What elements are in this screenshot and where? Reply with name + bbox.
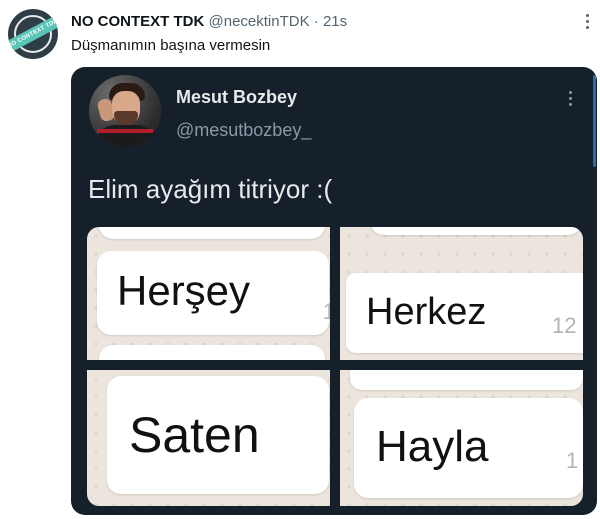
tweet-timestamp[interactable]: 21s [323,13,347,30]
chat-message-word: Hayla [376,422,489,471]
author-avatar[interactable]: NO CONTEXT TDK [8,9,58,59]
quoted-author-name[interactable]: Mesut Bozbey [176,87,297,108]
chat-message-count: 1 [322,299,330,324]
chat-bubble-partial [370,227,582,235]
more-vertical-icon[interactable] [565,89,575,107]
more-horizontal-icon[interactable] [580,12,594,30]
tweet-header: NO CONTEXT TDK @necektinTDK · 21s [71,13,347,31]
quoted-author-avatar[interactable] [89,75,161,147]
media-image-4[interactable]: Hayla 1 [340,370,583,506]
chat-message-word: Herşey [117,267,251,314]
chat-message-word: Herkez [366,291,487,333]
chat-bubble-partial [350,370,583,390]
scrollbar[interactable] [593,75,596,167]
chat-bubble-partial [99,345,325,360]
media-image-2[interactable]: Herkez 12 [340,227,583,360]
quoted-tweet-card[interactable]: Mesut Bozbey @mesutbozbey_ Elim ayağım t… [71,67,597,515]
quoted-tweet-text: Elim ayağım titriyor :( [88,174,333,204]
media-image-1[interactable]: Herşey 1 [87,227,330,360]
chat-message-count: 1 [566,448,579,473]
chat-message-count: 12 [552,313,577,338]
author-name[interactable]: NO CONTEXT TDK [71,13,204,30]
author-handle[interactable]: @necektinTDK [209,13,310,30]
chat-bubble: Herşey 1 [97,251,330,335]
media-image-3[interactable]: Saten [87,370,330,506]
chat-bubble: Herkez 12 [346,273,583,353]
chat-bubble: Hayla 1 [354,398,583,498]
chat-message-word: Saten [129,407,260,463]
chat-bubble-partial [99,227,325,239]
chat-bubble: Saten [107,376,329,494]
tweet-text: Düşmanımın başına vermesin [71,37,271,54]
quoted-author-handle[interactable]: @mesutbozbey_ [176,120,311,141]
header-separator: · [313,13,319,30]
